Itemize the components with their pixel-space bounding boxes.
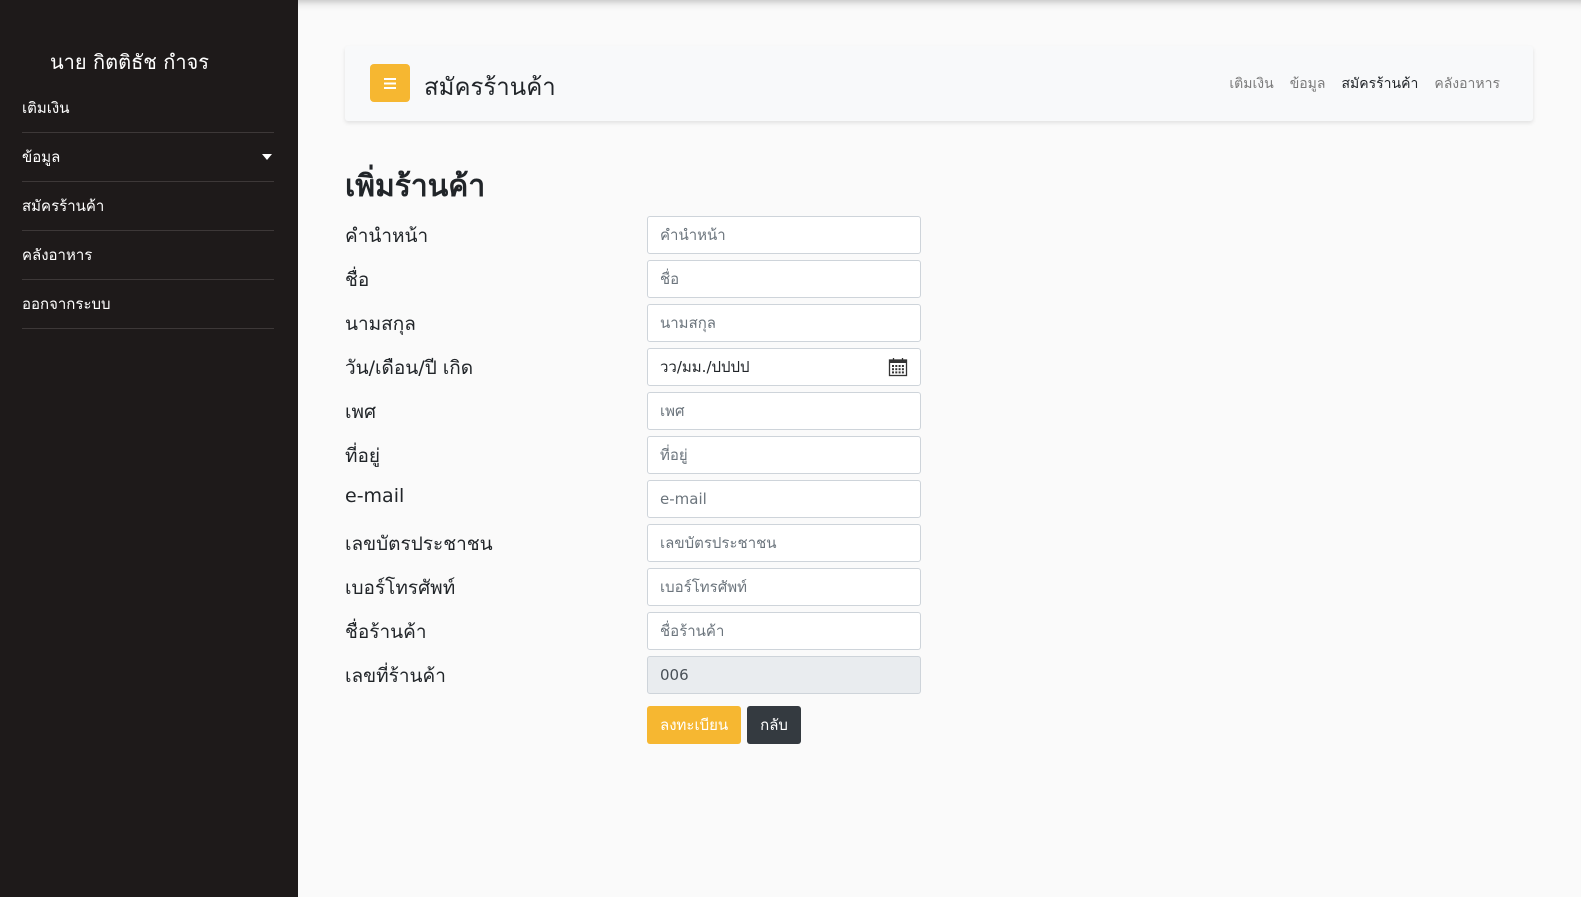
- hamburger-icon: [384, 77, 396, 89]
- address-label: ที่อยู่: [345, 445, 381, 467]
- form-row-shop-name: ชื่อร้านค้า: [345, 612, 925, 656]
- sidebar-item-logout[interactable]: ออกจากระบบ: [22, 280, 274, 329]
- sidebar-item-info[interactable]: ข้อมูล: [22, 133, 274, 182]
- form-row-gender: เพศ: [345, 392, 925, 436]
- form-row-email: e-mail: [345, 480, 925, 524]
- sidebar-item-label: คลังอาหาร: [22, 246, 93, 264]
- last-name-label: นามสกุล: [345, 313, 416, 335]
- sidebar-user-name: นาย กิตติธัช กำจร: [50, 50, 210, 74]
- form-actions: ลงทะเบียน กลับ: [647, 706, 801, 744]
- register-button[interactable]: ลงทะเบียน: [647, 706, 742, 744]
- sidebar-item-register-shop[interactable]: สมัครร้านค้า: [22, 182, 274, 231]
- sidebar-item-topup[interactable]: เติมเงิน: [22, 84, 274, 133]
- menu-toggle-button[interactable]: [370, 64, 410, 102]
- gender-label: เพศ: [345, 401, 377, 423]
- id-card-input[interactable]: [647, 524, 921, 562]
- form-row-phone: เบอร์โทรศัพท์: [345, 568, 925, 612]
- calendar-icon[interactable]: [888, 357, 908, 377]
- shop-name-label: ชื่อร้านค้า: [345, 621, 427, 643]
- shop-number-label: เลขที่ร้านค้า: [345, 665, 446, 687]
- sidebar-nav: เติมเงิน ข้อมูล สมัครร้านค้า คลังอาหาร อ…: [22, 84, 274, 329]
- birthdate-input[interactable]: วว/มม./ปปปป: [647, 348, 921, 386]
- nav-link-info[interactable]: ข้อมูล: [1290, 73, 1326, 95]
- birthdate-placeholder: วว/มม./ปปปป: [660, 358, 750, 376]
- first-name-input[interactable]: [647, 260, 921, 298]
- back-button[interactable]: กลับ: [747, 706, 801, 744]
- sidebar-item-food-stock[interactable]: คลังอาหาร: [22, 231, 274, 280]
- nav-link-register-shop[interactable]: สมัครร้านค้า: [1341, 73, 1418, 95]
- nav-link-topup[interactable]: เติมเงิน: [1229, 73, 1273, 95]
- phone-input[interactable]: [647, 568, 921, 606]
- nav-link-food-stock[interactable]: คลังอาหาร: [1434, 73, 1500, 95]
- sidebar: นาย กิตติธัช กำจร เติมเงิน ข้อมูล สมัครร…: [0, 0, 298, 897]
- address-input[interactable]: [647, 436, 921, 474]
- birthdate-label: วัน/เดือน/ปี เกิด: [345, 357, 474, 379]
- form-heading: เพิ่มร้านค้า: [345, 169, 486, 204]
- sidebar-item-label: ออกจากระบบ: [22, 295, 111, 313]
- top-nav-links: เติมเงิน ข้อมูล สมัครร้านค้า คลังอาหาร: [1229, 73, 1500, 95]
- form-row-first-name: ชื่อ: [345, 260, 925, 304]
- sidebar-item-label: เติมเงิน: [22, 99, 70, 117]
- email-input[interactable]: [647, 480, 921, 518]
- caret-down-icon: [262, 154, 272, 160]
- phone-label: เบอร์โทรศัพท์: [345, 577, 456, 599]
- shop-number-input: [647, 656, 921, 694]
- prefix-label: คำนำหน้า: [345, 225, 429, 247]
- add-shop-form: คำนำหน้า ชื่อ นามสกุล วัน/เดือน/ปี เกิด …: [345, 216, 925, 700]
- email-label: e-mail: [345, 485, 405, 507]
- form-row-shop-number: เลขที่ร้านค้า: [345, 656, 925, 700]
- form-row-last-name: นามสกุล: [345, 304, 925, 348]
- page-title: สมัครร้านค้า: [424, 73, 556, 101]
- form-row-birthdate: วัน/เดือน/ปี เกิด วว/มม./ปปปป: [345, 348, 925, 392]
- top-navbar: สมัครร้านค้า เติมเงิน ข้อมูล สมัครร้านค้…: [345, 46, 1533, 121]
- first-name-label: ชื่อ: [345, 269, 370, 291]
- form-row-id-card: เลขบัตรประชาชน: [345, 524, 925, 568]
- id-card-label: เลขบัตรประชาชน: [345, 533, 493, 555]
- gender-input[interactable]: [647, 392, 921, 430]
- main-content: สมัครร้านค้า เติมเงิน ข้อมูล สมัครร้านค้…: [298, 0, 1581, 897]
- sidebar-item-label: ข้อมูล: [22, 148, 61, 166]
- prefix-input[interactable]: [647, 216, 921, 254]
- form-row-address: ที่อยู่: [345, 436, 925, 480]
- form-row-prefix: คำนำหน้า: [345, 216, 925, 260]
- shop-name-input[interactable]: [647, 612, 921, 650]
- sidebar-item-label: สมัครร้านค้า: [22, 197, 105, 215]
- last-name-input[interactable]: [647, 304, 921, 342]
